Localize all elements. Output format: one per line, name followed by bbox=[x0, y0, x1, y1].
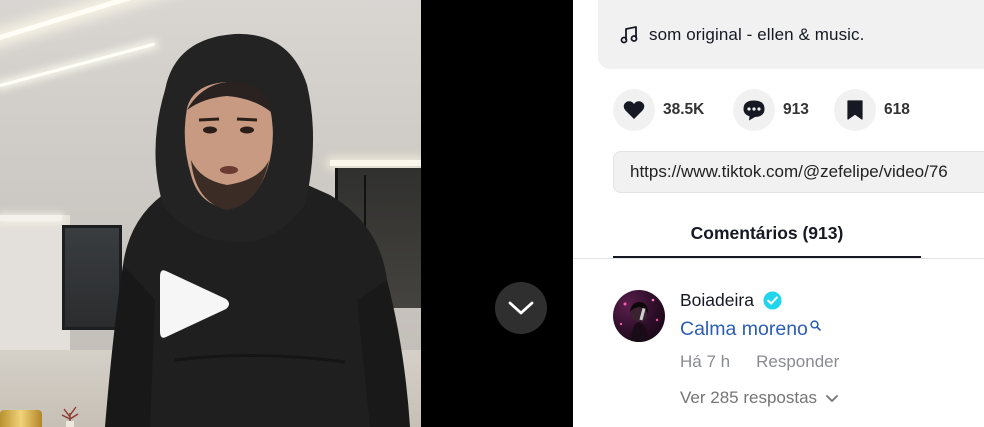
vase bbox=[0, 410, 42, 427]
avatar-image bbox=[619, 298, 659, 342]
play-icon[interactable] bbox=[158, 265, 232, 343]
search-icon[interactable] bbox=[810, 320, 821, 331]
avatar[interactable] bbox=[613, 290, 665, 342]
video-side-area bbox=[421, 0, 573, 427]
details-panel: som original - ellen & music. 38.5K 913 bbox=[573, 0, 984, 427]
music-title[interactable]: som original - ellen & music. bbox=[649, 25, 864, 45]
comment-stat: 913 bbox=[733, 89, 809, 131]
like-count: 38.5K bbox=[663, 101, 705, 118]
like-stat: 38.5K bbox=[613, 89, 704, 131]
comment-author[interactable]: Boiadeira bbox=[680, 290, 782, 311]
chevron-down-icon bbox=[508, 301, 534, 315]
reply-button[interactable]: Responder bbox=[756, 352, 839, 372]
next-video-button[interactable] bbox=[495, 282, 547, 334]
save-button[interactable] bbox=[834, 89, 876, 131]
bookmark-icon bbox=[847, 100, 863, 120]
plant bbox=[61, 406, 79, 427]
save-count: 618 bbox=[884, 101, 910, 118]
heart-icon bbox=[623, 101, 645, 119]
comment-author-name: Boiadeira bbox=[680, 290, 754, 310]
video-link-field[interactable]: https://www.tiktok.com/@zefelipe/video/7… bbox=[613, 151, 984, 193]
chevron-down-icon bbox=[826, 395, 838, 402]
comment-button[interactable] bbox=[733, 89, 775, 131]
comment-icon bbox=[743, 100, 765, 121]
save-stat: 618 bbox=[834, 89, 910, 131]
view-replies-button[interactable]: Ver 285 respostas bbox=[680, 388, 839, 408]
comment-body[interactable]: Calma moreno bbox=[680, 318, 821, 341]
video-link-text: https://www.tiktok.com/@zefelipe/video/7… bbox=[630, 162, 948, 181]
comment-time: Há 7 h bbox=[680, 352, 731, 371]
comment-text: Calma moreno bbox=[680, 318, 808, 340]
view-replies-label: Ver 285 respostas bbox=[680, 388, 818, 407]
tab-divider bbox=[573, 258, 984, 259]
shelf-light bbox=[0, 215, 62, 221]
comment-meta: Há 7 h Responder bbox=[680, 352, 839, 372]
video-player[interactable] bbox=[0, 0, 421, 427]
tab-comments[interactable]: Comentários (913) bbox=[613, 214, 921, 260]
music-row[interactable]: som original - ellen & music. bbox=[620, 22, 864, 48]
verified-badge-icon bbox=[763, 291, 782, 310]
tab-comments-label: Comentários (913) bbox=[690, 223, 844, 243]
like-button[interactable] bbox=[613, 89, 655, 131]
video-person bbox=[105, 33, 410, 427]
music-note-icon bbox=[620, 26, 638, 44]
comment-count: 913 bbox=[783, 101, 809, 118]
